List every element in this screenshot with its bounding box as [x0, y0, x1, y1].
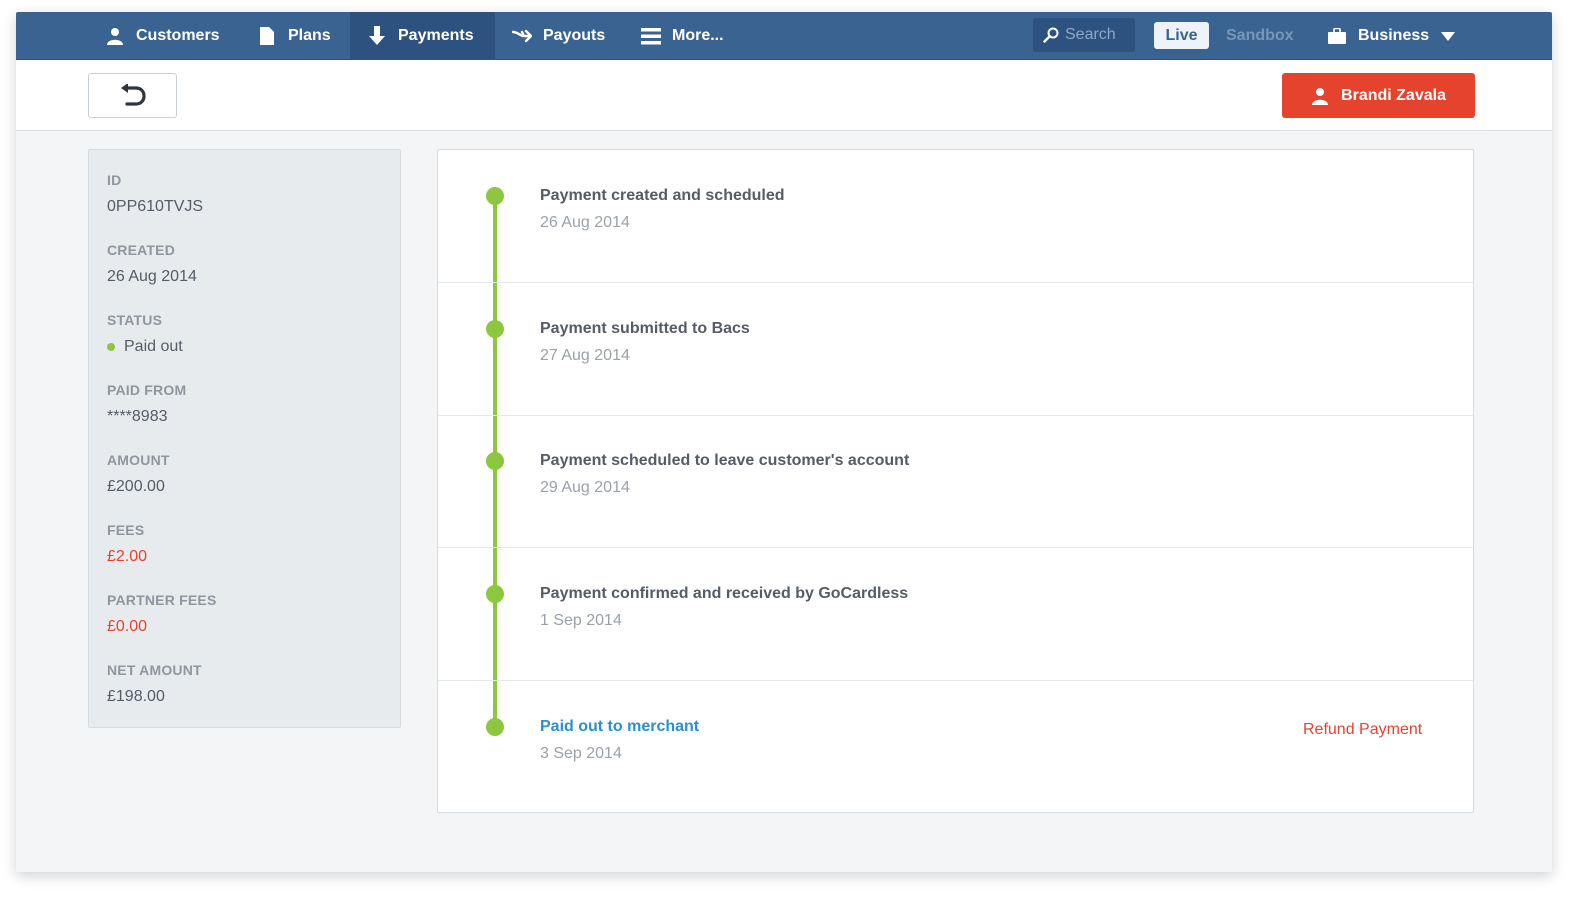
nav-payments[interactable]: Payments — [350, 12, 495, 60]
detail-id: ID 0PP610TVJS — [107, 170, 382, 240]
timeline-event-title: Payment scheduled to leave customer's ac… — [540, 452, 910, 469]
refund-payment-link[interactable]: Refund Payment — [1303, 721, 1422, 739]
nav-more-label: More... — [672, 27, 724, 44]
app-window: Customers Plans Payments Payouts More... — [16, 12, 1552, 872]
nav-payouts-label: Payouts — [543, 27, 606, 44]
user-icon — [1312, 87, 1329, 105]
top-nav: Customers Plans Payments Payouts More... — [16, 12, 1552, 60]
timeline-event-title: Payment submitted to Bacs — [540, 320, 750, 337]
sub-header: Brandi Zavala — [16, 60, 1552, 131]
nav-customers[interactable]: Customers — [88, 12, 240, 60]
hamburger-icon — [640, 25, 662, 47]
timeline-event: Payment confirmed and received by GoCard… — [438, 548, 1473, 681]
briefcase-icon — [1328, 28, 1346, 44]
timeline-event: Payment created and scheduled 26 Aug 201… — [438, 150, 1473, 283]
timeline-dot-icon — [486, 718, 504, 736]
status-dot-icon — [107, 343, 115, 351]
detail-value: ****8983 — [107, 408, 168, 425]
payment-details-panel: ID 0PP610TVJS CREATED 26 Aug 2014 STATUS… — [88, 149, 401, 728]
detail-amount: AMOUNT £200.00 — [107, 450, 382, 520]
detail-label: PARTNER FEES — [107, 592, 217, 608]
timeline-event-date: 27 Aug 2014 — [540, 347, 630, 364]
timeline-dot-icon — [486, 585, 504, 603]
timeline-event: Payment scheduled to leave customer's ac… — [438, 415, 1473, 548]
detail-value: £0.00 — [107, 618, 148, 635]
nav-customers-label: Customers — [136, 27, 220, 44]
paid-out-link[interactable]: Paid out to merchant — [540, 718, 699, 736]
user-icon — [104, 25, 126, 47]
detail-value: £2.00 — [107, 548, 148, 565]
detail-label: PAID FROM — [107, 382, 187, 398]
customer-button[interactable]: Brandi Zavala — [1282, 73, 1475, 118]
search-placeholder: Search — [1065, 26, 1116, 43]
nav-payments-label: Payments — [398, 27, 474, 44]
timeline-event-date: 26 Aug 2014 — [540, 214, 630, 231]
detail-value: 0PP610TVJS — [107, 198, 204, 215]
arrow-down-icon — [366, 25, 388, 47]
detail-label: STATUS — [107, 312, 163, 328]
detail-paid-from: PAID FROM ****8983 — [107, 380, 382, 450]
payment-timeline: Payment created and scheduled 26 Aug 201… — [437, 149, 1474, 813]
business-menu[interactable]: Business — [1328, 12, 1456, 60]
nav-payouts[interactable]: Payouts — [495, 12, 625, 60]
detail-label: CREATED — [107, 242, 176, 258]
chevron-down-icon — [1441, 31, 1456, 41]
payout-arrow-icon — [511, 25, 533, 47]
timeline-dot-icon — [486, 452, 504, 470]
customer-name: Brandi Zavala — [1341, 86, 1446, 104]
status-value: Paid out — [107, 337, 382, 357]
timeline-event: Paid out to merchant 3 Sep 2014 Refund P… — [438, 681, 1473, 814]
nav-plans[interactable]: Plans — [240, 12, 351, 60]
status-text: Paid out — [124, 338, 183, 355]
detail-label: AMOUNT — [107, 452, 170, 468]
timeline-event-title: Payment created and scheduled — [540, 187, 785, 204]
detail-value: 26 Aug 2014 — [107, 268, 197, 285]
timeline-event-date: 1 Sep 2014 — [540, 612, 622, 629]
detail-partner-fees: PARTNER FEES £0.00 — [107, 590, 382, 660]
detail-status: STATUS Paid out — [107, 310, 382, 380]
nav-more[interactable]: More... — [624, 12, 744, 60]
detail-label: FEES — [107, 522, 145, 538]
back-button[interactable] — [88, 73, 177, 118]
timeline-dot-icon — [486, 320, 504, 338]
search-icon — [1043, 27, 1059, 43]
timeline-event-date: 3 Sep 2014 — [540, 745, 622, 762]
env-sandbox-toggle[interactable]: Sandbox — [1226, 22, 1294, 49]
search-input[interactable]: Search — [1033, 18, 1135, 52]
detail-label: NET AMOUNT — [107, 662, 202, 678]
timeline-dot-icon — [486, 187, 504, 205]
detail-created: CREATED 26 Aug 2014 — [107, 240, 382, 310]
detail-label: ID — [107, 172, 122, 188]
business-label: Business — [1358, 27, 1430, 44]
env-live-toggle[interactable]: Live — [1154, 22, 1209, 49]
detail-value: £200.00 — [107, 478, 165, 495]
timeline-event-date: 29 Aug 2014 — [540, 479, 630, 496]
nav-plans-label: Plans — [288, 27, 331, 44]
detail-value: £198.00 — [107, 688, 165, 705]
undo-icon — [120, 83, 146, 106]
document-icon — [256, 25, 278, 47]
timeline-event-title: Payment confirmed and received by GoCard… — [540, 585, 909, 602]
detail-fees: FEES £2.00 — [107, 520, 382, 590]
timeline-event: Payment submitted to Bacs 27 Aug 2014 — [438, 283, 1473, 416]
detail-net-amount: NET AMOUNT £198.00 — [107, 660, 382, 730]
